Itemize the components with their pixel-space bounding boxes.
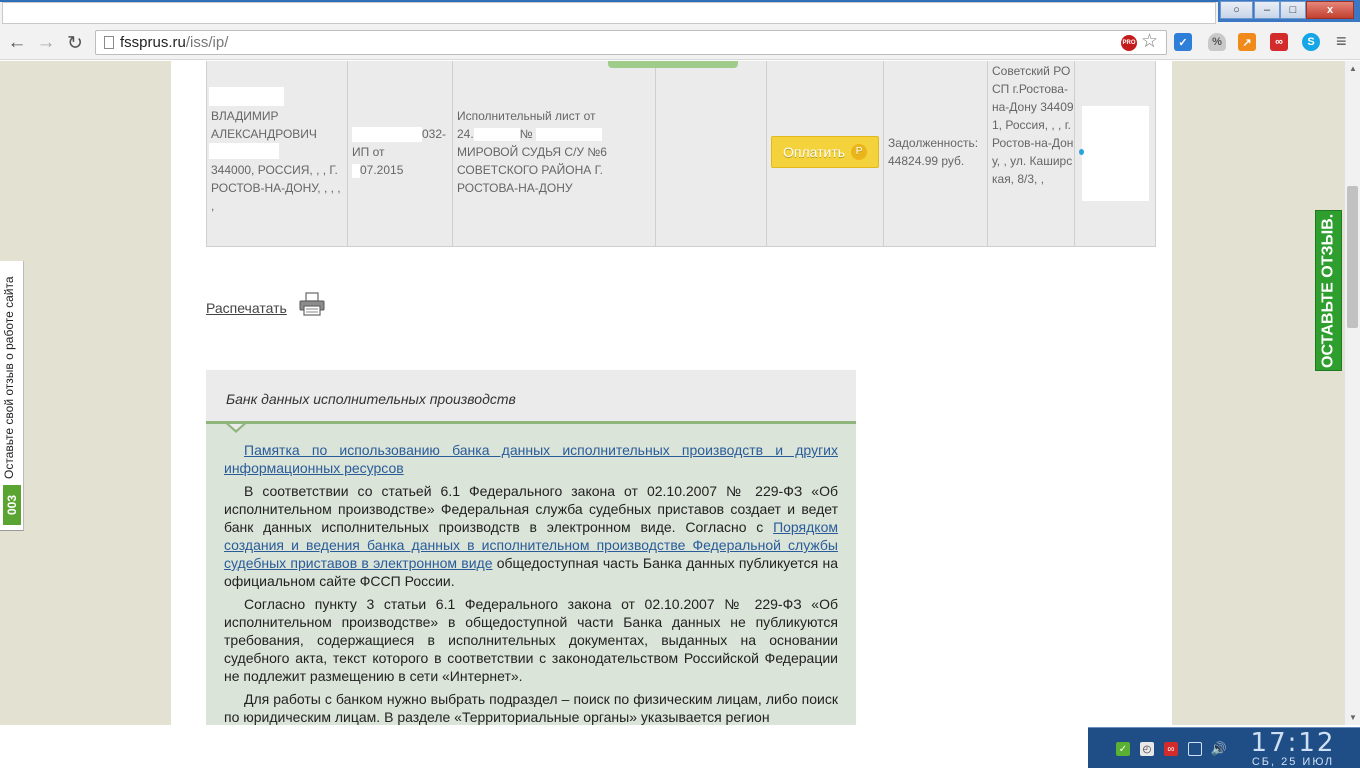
redacted-bailiff: [1082, 106, 1149, 201]
vertical-scrollbar[interactable]: ▲ ▼: [1344, 61, 1360, 725]
address-bar[interactable]: fssprus.ru/iss/ip/ PRO ☆: [95, 30, 1167, 55]
redacted-day: [352, 163, 360, 178]
page-icon: [104, 36, 114, 49]
window-titlebar: ○ – □ x: [0, 0, 1360, 26]
redacted-document-number: [535, 128, 602, 142]
printer-icon[interactable]: [297, 292, 327, 316]
feedback-tab-text: Оставьте свой отзыв о работе сайта: [2, 276, 16, 480]
green-tab-edge: [608, 61, 738, 68]
acrobat-tray-icon[interactable]: ∞: [1164, 742, 1178, 756]
forward-button[interactable]: →: [35, 32, 57, 54]
document-type: Исполнительный лист от: [457, 109, 596, 123]
print-link[interactable]: Распечатать: [206, 300, 287, 316]
debt-label: Задолженность:: [888, 136, 979, 150]
url-text: fssprus.ru/iss/ip/: [120, 34, 228, 51]
document-issuer: МИРОВОЙ СУДЬЯ С/У №6 СОВЕТСКОГО РАЙОНА Г…: [457, 145, 607, 195]
proceeding-suffix: 032-: [422, 127, 447, 141]
taskbar-area: [0, 725, 1088, 768]
feedback-count-badge: 003: [3, 485, 21, 525]
debtor-cell: ВЛАДИМИР АЛЕКСАНДРОВИЧ 344000, РОССИЯ, ,…: [207, 61, 348, 246]
department-cell: Советский РОСП г.Ростова-на-Дону 344091,…: [988, 61, 1075, 246]
bookmark-star-icon[interactable]: ☆: [1141, 30, 1158, 53]
chart-extension-icon[interactable]: ✓: [1174, 33, 1192, 51]
url-path: /iss/ip/: [185, 34, 229, 51]
header-pointer-inner: [229, 424, 243, 430]
paragraph-usage: Для работы с банком нужно выбрать подраз…: [224, 691, 838, 725]
info-panel: Банк данных исполнительных производств П…: [206, 370, 856, 725]
department-address: Советский РОСП г.Ростова-на-Дону 344091,…: [992, 64, 1074, 186]
scroll-down-arrow-icon[interactable]: ▼: [1349, 713, 1357, 722]
proceeding-label: ИП от: [352, 145, 385, 159]
skype-extension-icon[interactable]: S: [1302, 33, 1320, 51]
debtor-patronymic: АЛЕКСАНДРОВИЧ: [211, 127, 317, 141]
feedback-tab-right-text: ОСТАВЬТЕ ОТЗЫВ.: [1319, 213, 1337, 368]
pay-button[interactable]: Оплатить Р: [771, 136, 879, 168]
table-row: ВЛАДИМИР АЛЕКСАНДРОВИЧ 344000, РОССИЯ, ,…: [206, 61, 1156, 247]
debtor-address: 344000, РОССИЯ, , , Г. РОСТОВ-НА-ДОНУ, ,…: [211, 163, 341, 213]
proceeding-number: 032-: [352, 125, 450, 143]
user-profile-button[interactable]: ○: [1220, 1, 1253, 19]
security-tray-icon[interactable]: ✓: [1116, 742, 1130, 756]
document-details: Исполнительный лист от 24. № МИРОВОЙ СУДЬ…: [457, 107, 652, 197]
proceeding-date: 07.2015: [352, 161, 403, 179]
clock-time: 17:12: [1250, 728, 1336, 758]
close-button[interactable]: x: [1306, 1, 1354, 19]
back-button[interactable]: ←: [6, 32, 28, 54]
bailiff-cell: [1075, 61, 1156, 246]
page-content: ВЛАДИМИР АЛЕКСАНДРОВИЧ 344000, РОССИЯ, ,…: [171, 61, 1172, 725]
scroll-thumb[interactable]: [1347, 186, 1358, 328]
shield-extension-icon[interactable]: %: [1208, 33, 1226, 51]
redacted-birthdate: [209, 143, 279, 159]
memo-paragraph: Памятка по использованию банка данных ис…: [224, 441, 838, 477]
clock-tray-icon[interactable]: ◴: [1140, 742, 1154, 756]
debt-info: Задолженность: 44824.99 руб.: [888, 134, 988, 170]
ruble-icon: Р: [851, 144, 868, 160]
tab-strip: [2, 2, 1216, 24]
document-date-prefix: 24.: [457, 127, 474, 141]
redacted-document-date: [473, 128, 520, 142]
debtor-first-name: ВЛАДИМИР: [211, 109, 279, 123]
document-number-symbol: №: [519, 127, 533, 141]
redacted-proceeding-number: [352, 127, 422, 143]
document-cell: Исполнительный лист от 24. № МИРОВОЙ СУДЬ…: [453, 61, 656, 246]
feedback-tab-left[interactable]: Оставьте свой отзыв о работе сайта 003: [0, 261, 24, 531]
phone-icon: [1079, 149, 1084, 155]
acrobat-extension-icon[interactable]: ∞: [1270, 33, 1288, 51]
document-date-number: 24. №: [457, 125, 652, 143]
pro-extension-icon[interactable]: PRO: [1121, 35, 1137, 51]
debt-amount: 44824.99 руб.: [888, 154, 965, 168]
system-tray: ✓ ◴ ∞ 🔊 17:12 СБ, 25 ИЮЛ: [1088, 727, 1360, 768]
clock-date: СБ, 25 ИЮЛ: [1251, 756, 1335, 768]
minimize-button[interactable]: –: [1254, 1, 1280, 19]
info-panel-title: Банк данных исполнительных производств: [226, 391, 516, 407]
feedback-tab-right[interactable]: ОСТАВЬТЕ ОТЗЫВ.: [1315, 210, 1342, 371]
proceeding-cell: 032- ИП от 07.2015: [348, 61, 453, 246]
maximize-button[interactable]: □: [1280, 1, 1306, 19]
redacted-surname: [209, 87, 284, 106]
page-viewport: ВЛАДИМИР АЛЕКСАНДРОВИЧ 344000, РОССИЯ, ,…: [0, 61, 1344, 725]
scroll-up-arrow-icon[interactable]: ▲: [1349, 64, 1357, 73]
paragraph-text: В соответствии со статьей 6.1 Федерально…: [224, 483, 838, 535]
pay-cell: Оплатить Р: [767, 61, 884, 246]
taskbar-clock[interactable]: 17:12 СБ, 25 ИЮЛ: [1238, 730, 1348, 768]
url-host: fssprus.ru: [120, 34, 186, 51]
browser-menu-icon[interactable]: ≡: [1336, 31, 1347, 52]
memo-link[interactable]: Памятка по использованию банка данных ис…: [224, 442, 838, 476]
paragraph-legal-basis: В соответствии со статьей 6.1 Федерально…: [224, 482, 838, 590]
paragraph-restrictions: Согласно пункту 3 статьи 6.1 Федеральног…: [224, 596, 838, 684]
volume-tray-icon[interactable]: 🔊: [1211, 741, 1227, 756]
info-panel-header: Банк данных исполнительных производств: [206, 370, 856, 424]
pay-button-label: Оплатить: [782, 144, 846, 160]
info-panel-body: Памятка по использованию банка данных ис…: [224, 441, 838, 725]
window-controls: ○ – □ x: [1218, 0, 1360, 22]
network-tray-icon[interactable]: [1188, 742, 1202, 756]
reload-button[interactable]: ↻: [64, 32, 86, 54]
stats-extension-icon[interactable]: ↗: [1238, 33, 1256, 51]
subject-cell: [608, 61, 767, 246]
proceeding-date-suffix: 07.2015: [360, 163, 404, 177]
debtor-name: ВЛАДИМИР АЛЕКСАНДРОВИЧ: [211, 107, 345, 143]
debt-cell: Задолженность: 44824.99 руб.: [884, 61, 988, 246]
